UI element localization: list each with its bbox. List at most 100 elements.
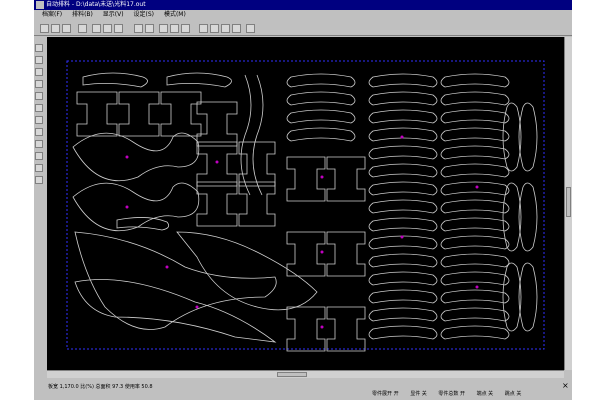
- menu-mode[interactable]: 模式(M): [164, 10, 186, 20]
- help-icon[interactable]: [246, 24, 255, 33]
- part-link-c13: [440, 289, 510, 304]
- menu-view[interactable]: 显示(V): [103, 10, 124, 20]
- tool-zoom-icon[interactable]: [35, 140, 43, 148]
- part-bracket-14: [326, 306, 366, 352]
- sheet-boundary: [66, 60, 545, 350]
- part-link-large-2: [72, 182, 200, 232]
- menu-bar: 档案(F) 排料(B) 显示(V) 设定(S) 模式(M): [34, 10, 572, 20]
- layer-icon[interactable]: [181, 24, 190, 33]
- part-bracket-11: [286, 231, 326, 277]
- part-link-b13: [368, 289, 438, 304]
- part-slot-1: [240, 74, 252, 196]
- tool-edit-icon[interactable]: [35, 56, 43, 64]
- part-link-b4: [368, 127, 438, 142]
- status-toggle-5[interactable]: 跳点 关: [505, 391, 522, 397]
- paste-icon[interactable]: [103, 24, 112, 33]
- part-bracket-12: [326, 231, 366, 277]
- tool-group-icon[interactable]: [35, 128, 43, 136]
- close-icon[interactable]: ×: [562, 381, 569, 390]
- save-icon[interactable]: [62, 24, 71, 33]
- tool-undo-icon[interactable]: [35, 164, 43, 172]
- nesting-drawing: [66, 60, 545, 352]
- part-bracket-4: [196, 101, 238, 147]
- part-link-a3: [286, 109, 356, 124]
- part-bracket-2: [118, 91, 160, 137]
- zoom-out-icon[interactable]: [210, 24, 219, 33]
- copy-icon[interactable]: [92, 24, 101, 33]
- open-icon[interactable]: [51, 24, 60, 33]
- status-toggle-1[interactable]: 零件展开 开: [372, 391, 399, 397]
- part-vlink-6: [518, 262, 538, 332]
- part-link-b11: [368, 253, 438, 268]
- parts-group: [72, 72, 538, 352]
- part-bracket-8: [238, 181, 276, 227]
- file-new-icon[interactable]: [40, 24, 49, 33]
- part-vlink-1: [502, 102, 522, 172]
- zoom-fit-icon[interactable]: [221, 24, 230, 33]
- tool-measure-icon[interactable]: [35, 152, 43, 160]
- part-link-b9: [368, 217, 438, 232]
- part-link-b7: [368, 181, 438, 196]
- part-link-c6: [440, 163, 510, 178]
- arrange-icon[interactable]: [170, 24, 179, 33]
- part-bar-2: [166, 72, 232, 88]
- part-link-a2: [286, 91, 356, 106]
- part-link-c7: [440, 181, 510, 196]
- part-link-c8: [440, 199, 510, 214]
- part-link-b3: [368, 109, 438, 124]
- status-toggle-3[interactable]: 零件总数 开: [438, 391, 465, 397]
- left-toolbox: [34, 38, 44, 378]
- tool-mirror-icon[interactable]: [35, 116, 43, 124]
- part-link-b14: [368, 307, 438, 322]
- part-link-a4: [286, 127, 356, 142]
- part-vlink-3: [502, 182, 522, 252]
- horizontal-scrollbar[interactable]: [47, 370, 564, 378]
- part-link-c9: [440, 217, 510, 232]
- part-link-c2: [440, 91, 510, 106]
- part-link-c10: [440, 235, 510, 250]
- cut-icon[interactable]: [114, 24, 123, 33]
- part-bracket-1: [76, 91, 118, 137]
- part-link-b5: [368, 145, 438, 160]
- part-vlink-4: [518, 182, 538, 252]
- zoom-in-icon[interactable]: [199, 24, 208, 33]
- move-icon[interactable]: [145, 24, 154, 33]
- status-toggle-2[interactable]: 显件 关: [410, 391, 427, 397]
- tool-grid-icon[interactable]: [35, 68, 43, 76]
- part-bracket-10: [326, 156, 366, 202]
- part-link-c12: [440, 271, 510, 286]
- part-link-c15: [440, 325, 510, 340]
- part-link-c5: [440, 145, 510, 160]
- part-bracket-3: [160, 91, 202, 137]
- system-menu-icon[interactable]: [36, 1, 44, 9]
- print-icon[interactable]: [78, 24, 87, 33]
- menu-settings[interactable]: 设定(S): [134, 10, 155, 20]
- part-link-b1: [368, 73, 438, 88]
- rotate-icon[interactable]: [134, 24, 143, 33]
- tool-rotate-icon[interactable]: [35, 92, 43, 100]
- part-slot-2: [252, 74, 264, 196]
- horizontal-scroll-thumb[interactable]: [277, 372, 307, 377]
- part-bracket-6: [196, 181, 238, 227]
- vertical-scrollbar[interactable]: [564, 37, 572, 370]
- part-link-b6: [368, 163, 438, 178]
- layout-canvas[interactable]: [47, 37, 564, 370]
- select-icon[interactable]: [159, 24, 168, 33]
- vertical-scroll-thumb[interactable]: [566, 187, 571, 217]
- part-bracket-13: [286, 306, 326, 352]
- status-bar: 板宽 1,170.0 比(%) 总面积 97.3 使用率 50.8 零件展开 开…: [34, 380, 572, 400]
- tool-move-icon[interactable]: [35, 80, 43, 88]
- part-link-c4: [440, 127, 510, 142]
- part-bracket-5: [196, 141, 238, 187]
- part-link-b12: [368, 271, 438, 286]
- menu-file[interactable]: 档案(F): [42, 10, 62, 20]
- part-vlink-2: [518, 102, 538, 172]
- zoom-window-icon[interactable]: [232, 24, 241, 33]
- status-toggles: 零件展开 开 显件 关 零件总数 开 端点 关 跳点 关: [372, 390, 531, 397]
- tool-delete-icon[interactable]: [35, 176, 43, 184]
- status-toggle-4[interactable]: 端点 关: [477, 391, 494, 397]
- tool-select-icon[interactable]: [35, 44, 43, 52]
- tool-copy-icon[interactable]: [35, 104, 43, 112]
- menu-layout[interactable]: 排料(B): [72, 10, 93, 20]
- part-bracket-9: [286, 156, 326, 202]
